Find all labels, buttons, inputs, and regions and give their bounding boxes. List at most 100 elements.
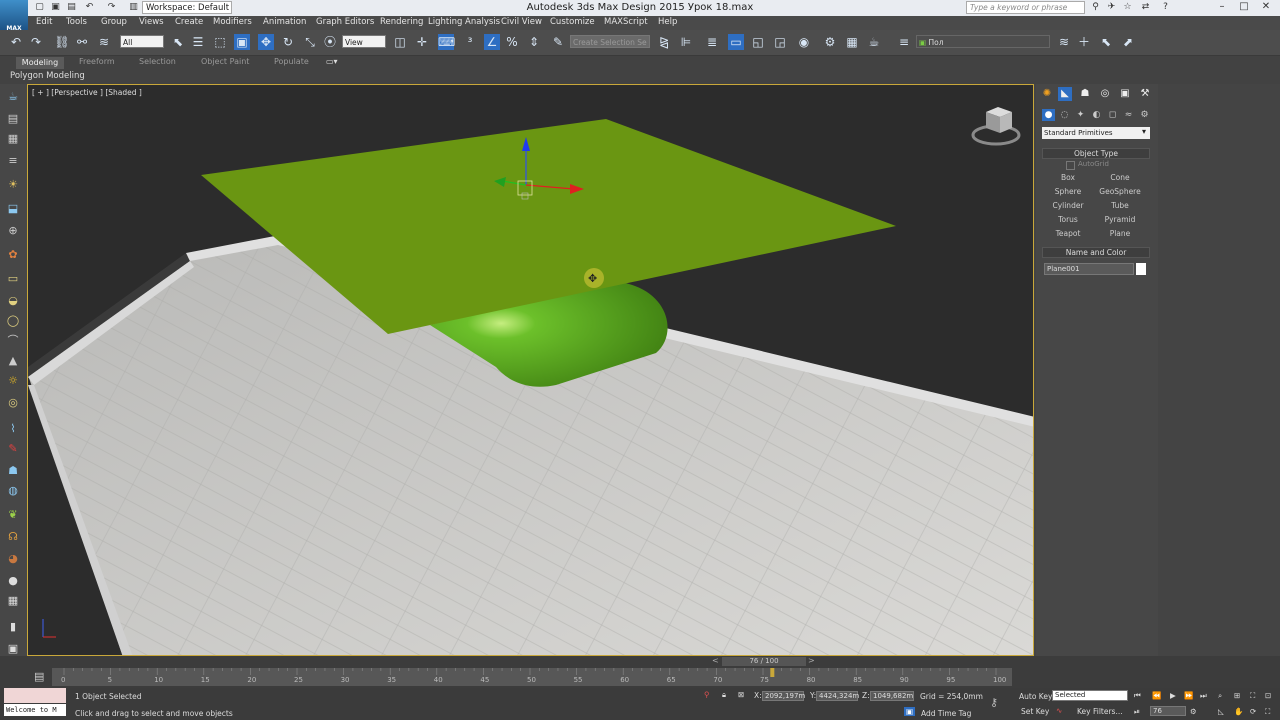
goto-start-icon[interactable]: ⏮ bbox=[1134, 691, 1141, 701]
menu-group[interactable]: Group bbox=[101, 17, 127, 27]
mirror-icon[interactable]: ⧎ bbox=[656, 34, 672, 50]
light-icon[interactable]: ☀ bbox=[6, 178, 20, 192]
zoom-all-icon[interactable]: ⊞ bbox=[1234, 691, 1240, 700]
time-config-icon[interactable]: ⚙ bbox=[1190, 707, 1197, 716]
angle-snap-icon[interactable]: ∠ bbox=[484, 34, 500, 50]
tab-populate[interactable]: Populate bbox=[274, 57, 309, 66]
z-coordinate-field[interactable]: 1049,682m bbox=[870, 691, 914, 701]
time-track[interactable]: 0 5 10 15 20 25 30 35 40 45 50 55 60 65 70 75 80 85 90 95 10… bbox=[52, 668, 1012, 686]
utilities-panel-icon[interactable]: ⚒ bbox=[1138, 87, 1152, 101]
menu-lighting-analysis[interactable]: Lighting Analysis bbox=[428, 17, 500, 27]
prev-frame-icon[interactable]: < bbox=[712, 656, 719, 665]
foliage-icon[interactable]: ❦ bbox=[6, 508, 20, 522]
teapot-button[interactable]: Teapot bbox=[1044, 228, 1092, 240]
goto-end-icon[interactable]: ⏭ bbox=[1200, 691, 1207, 701]
snaps-toggle-icon[interactable]: ³ bbox=[462, 34, 478, 50]
object-color-swatch[interactable] bbox=[1136, 263, 1146, 275]
pan-icon[interactable]: ✋ bbox=[1234, 707, 1243, 716]
pin-icon[interactable]: ⚲ bbox=[704, 690, 710, 699]
lock-selection-icon[interactable]: 🔒︎ bbox=[722, 690, 726, 700]
perspective-viewport[interactable]: ✥ [ + ] [Perspective ] [Shaded ] bbox=[27, 84, 1034, 656]
create-layer-icon[interactable]: ＋ bbox=[1076, 34, 1092, 50]
key-mode-dropdown[interactable]: Selected bbox=[1052, 690, 1128, 701]
select-by-name-icon[interactable]: ☰ bbox=[190, 34, 206, 50]
grid-icon[interactable]: ▦ bbox=[6, 594, 20, 608]
cone-button[interactable]: Cone bbox=[1096, 172, 1144, 184]
modify-panel-icon[interactable]: ◣ bbox=[1058, 87, 1072, 101]
exchange-icon[interactable]: ⇄ bbox=[1140, 2, 1151, 13]
layer-toggle-icon[interactable]: ≡ bbox=[896, 34, 912, 50]
particle-icon[interactable]: ✿ bbox=[6, 248, 20, 262]
maxscript-listener[interactable] bbox=[4, 688, 66, 703]
object-name-field[interactable]: Plane001 bbox=[1044, 263, 1134, 275]
layer-manager-icon[interactable]: ≣ bbox=[704, 34, 720, 50]
menu-civil-view[interactable]: Civil View bbox=[501, 17, 542, 27]
next-frame-icon[interactable]: > bbox=[808, 656, 815, 665]
sphere-button[interactable]: Sphere bbox=[1044, 186, 1092, 198]
window-crossing-icon[interactable]: ▣ bbox=[234, 34, 250, 50]
systems-icon[interactable]: ⚙ bbox=[1138, 109, 1151, 121]
viewport-scene[interactable]: ✥ bbox=[28, 85, 1034, 656]
search-input[interactable]: Type a keyword or phrase bbox=[966, 1, 1085, 14]
menu-edit[interactable]: Edit bbox=[36, 17, 52, 27]
prev-key-icon[interactable]: ⏪ bbox=[1152, 691, 1161, 700]
space-warps-icon[interactable]: ≈ bbox=[1122, 109, 1135, 121]
render-production-icon[interactable]: ☕ bbox=[866, 34, 882, 50]
zoom-extents-icon[interactable]: ⛶ bbox=[1250, 691, 1255, 701]
torus-icon[interactable]: ◎ bbox=[6, 396, 20, 410]
material-icon[interactable]: ◕ bbox=[6, 552, 20, 566]
pivot-center-icon[interactable]: ◫ bbox=[392, 34, 408, 50]
layer-explorer-icon[interactable]: ▦ bbox=[6, 132, 20, 146]
menu-create[interactable]: Create bbox=[175, 17, 203, 27]
menu-animation[interactable]: Animation bbox=[263, 17, 306, 27]
reference-coordinate-dropdown[interactable]: View bbox=[342, 35, 386, 48]
menu-help[interactable]: Help bbox=[658, 17, 677, 27]
maximize-viewport-icon[interactable]: ⛶ bbox=[1265, 707, 1270, 717]
list-icon[interactable]: ≡ bbox=[6, 154, 20, 168]
help-icon[interactable]: ? bbox=[1160, 2, 1171, 13]
y-coordinate-field[interactable]: 4424,324m bbox=[816, 691, 859, 701]
bind-space-warp-icon[interactable]: ≋ bbox=[96, 34, 112, 50]
communication-center-icon[interactable]: ✈ bbox=[1106, 2, 1117, 13]
helper-icon[interactable]: ⊕ bbox=[6, 224, 20, 238]
select-and-place-icon[interactable]: ⦿ bbox=[322, 34, 338, 50]
time-tag-icon[interactable]: ▣ bbox=[904, 707, 916, 716]
current-frame-field[interactable]: 76 bbox=[1150, 706, 1186, 716]
set-key-button[interactable]: Set Key bbox=[1021, 707, 1049, 716]
maximize-button[interactable]: □ bbox=[1234, 0, 1254, 14]
named-selection-sets-dropdown[interactable]: Create Selection Se bbox=[570, 35, 650, 48]
cylinder-button[interactable]: Cylinder bbox=[1044, 200, 1092, 212]
spinner-snap-icon[interactable]: ⇕ bbox=[526, 34, 542, 50]
keyboard-shortcut-override-icon[interactable]: ⌨ bbox=[438, 34, 455, 50]
close-button[interactable]: ✕ bbox=[1256, 0, 1276, 14]
menu-maxscript[interactable]: MAXScript bbox=[604, 17, 648, 27]
time-slider[interactable]: 76 / 100 bbox=[722, 657, 806, 666]
object-type-rollout[interactable]: Object Type bbox=[1042, 148, 1150, 159]
auto-key-button[interactable]: Auto Key bbox=[1019, 692, 1052, 701]
sphere-shaded-icon[interactable]: ● bbox=[6, 574, 20, 588]
select-and-rotate-icon[interactable]: ↻ bbox=[280, 34, 296, 50]
biped-icon[interactable]: ☊ bbox=[6, 530, 20, 544]
menu-modifiers[interactable]: Modifiers bbox=[213, 17, 252, 27]
x-coordinate-field[interactable]: 2092,197m bbox=[762, 691, 805, 701]
set-key-icon[interactable]: ∿ bbox=[1056, 706, 1062, 715]
scene-explorer-icon[interactable]: ▤ bbox=[6, 112, 20, 126]
schematic-view-icon[interactable]: ◲ bbox=[772, 34, 788, 50]
minimize-button[interactable]: – bbox=[1212, 0, 1232, 14]
select-and-move-icon[interactable]: ✥ bbox=[258, 34, 274, 50]
box-object-icon[interactable]: ▭ bbox=[6, 272, 20, 286]
favorites-icon[interactable]: ☆ bbox=[1122, 2, 1133, 13]
redo-icon[interactable]: ↷ bbox=[28, 34, 44, 50]
curve-editor-icon[interactable]: ◱ bbox=[750, 34, 766, 50]
edit-named-selection-icon[interactable]: ✎ bbox=[550, 34, 566, 50]
select-in-layer-icon[interactable]: ⬉ bbox=[1098, 34, 1114, 50]
add-time-tag-button[interactable]: Add Time Tag bbox=[921, 709, 971, 718]
box-button[interactable]: Box bbox=[1044, 172, 1092, 184]
mini-curve-editor-icon[interactable]: ▤ bbox=[34, 670, 44, 683]
viewport-layout-icon[interactable]: ▣ bbox=[6, 642, 20, 656]
key-filters-button[interactable]: Key Filters... bbox=[1077, 707, 1123, 716]
selection-filter-dropdown[interactable]: All bbox=[120, 35, 164, 48]
polygon-modeling-label[interactable]: Polygon Modeling bbox=[10, 71, 85, 81]
tab-selection[interactable]: Selection bbox=[139, 57, 176, 66]
spline-icon[interactable]: ⌇ bbox=[6, 422, 20, 436]
